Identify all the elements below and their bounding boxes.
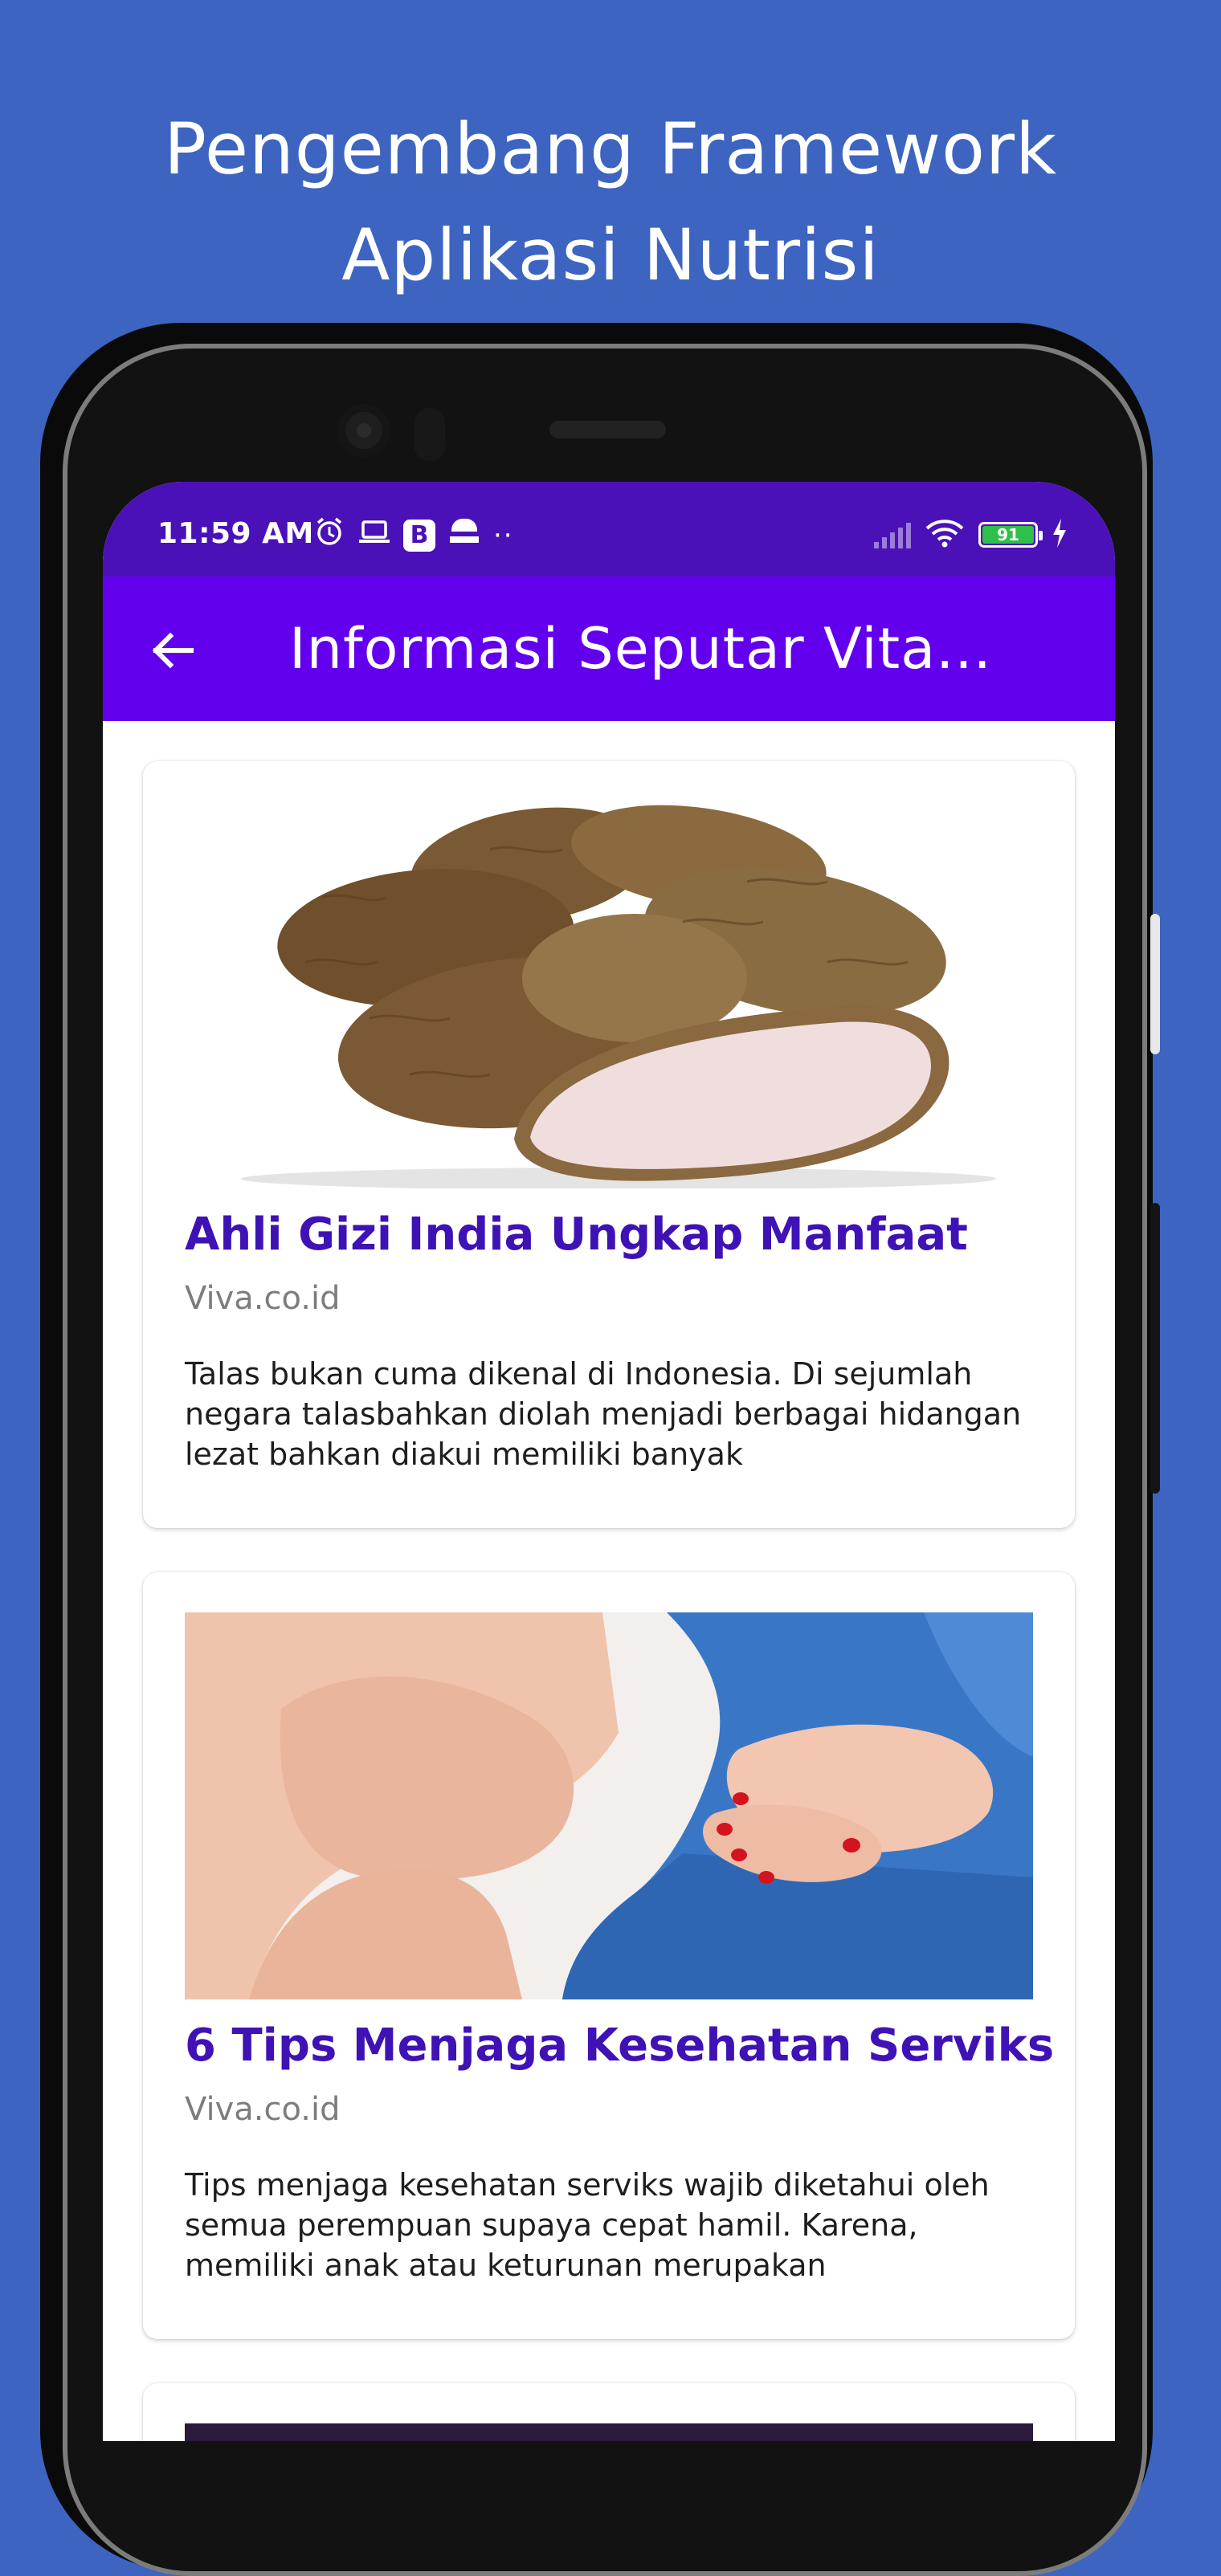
page-title: Informasi Seputar Vita...	[289, 616, 992, 682]
front-camera-icon	[337, 404, 390, 457]
status-time: 11:59 AM	[157, 517, 314, 550]
phone-screen: 11:59 AM B ·· 91 Informasi Seputar Vita.…	[103, 482, 1115, 2441]
battery-level: 91	[982, 525, 1034, 544]
promo-headline: Pengembang Framework Aplikasi Nutrisi	[0, 96, 1221, 308]
article-title[interactable]: Ahli Gizi India Ungkap Manfaat	[185, 1207, 1036, 1263]
article-source: Viva.co.id	[185, 1280, 341, 1317]
article-card[interactable]: Ahli Gizi India Ungkap Manfaat Viva.co.i…	[143, 761, 1075, 1528]
volume-button	[1150, 1203, 1160, 1494]
battery-icon: 91	[978, 522, 1043, 548]
wifi-icon	[924, 517, 966, 552]
promo-line-2: Aplikasi Nutrisi	[341, 214, 880, 296]
status-system-icons: 91	[874, 517, 1068, 552]
article-card[interactable]: 6 Tips Menjaga Kesehatan Serviks Viva.co…	[143, 1572, 1075, 2339]
power-button	[1150, 914, 1160, 1054]
promo-line-1: Pengembang Framework	[163, 108, 1058, 190]
news-icon	[447, 516, 482, 555]
article-image-cervix	[185, 1612, 1033, 1999]
proximity-sensor	[414, 408, 445, 461]
article-description: Talas bukan cuma dikenal di Indonesia. D…	[185, 1356, 1022, 1472]
article-card[interactable]	[143, 2383, 1075, 2441]
laptop-icon	[357, 516, 392, 555]
app-bar: Informasi Seputar Vita...	[103, 577, 1115, 721]
article-image-partial	[185, 2423, 1033, 2441]
alarm-icon	[313, 516, 345, 555]
earpiece-speaker	[549, 421, 666, 438]
article-source: Viva.co.id	[185, 2091, 341, 2128]
article-description: Tips menjaga kesehatan serviks wajib dik…	[185, 2167, 990, 2283]
status-bar: 11:59 AM B ·· 91	[103, 482, 1115, 577]
more-dots-icon: ··	[493, 519, 514, 552]
status-notification-icons: B ··	[313, 516, 514, 555]
b-app-icon: B	[403, 519, 435, 552]
signal-icon	[874, 521, 911, 548]
article-title[interactable]: 6 Tips Menjaga Kesehatan Serviks	[185, 2018, 1054, 2074]
article-image-taro	[185, 801, 1033, 1188]
back-arrow-icon[interactable]	[146, 625, 198, 676]
charging-bolt-icon	[1051, 517, 1068, 552]
